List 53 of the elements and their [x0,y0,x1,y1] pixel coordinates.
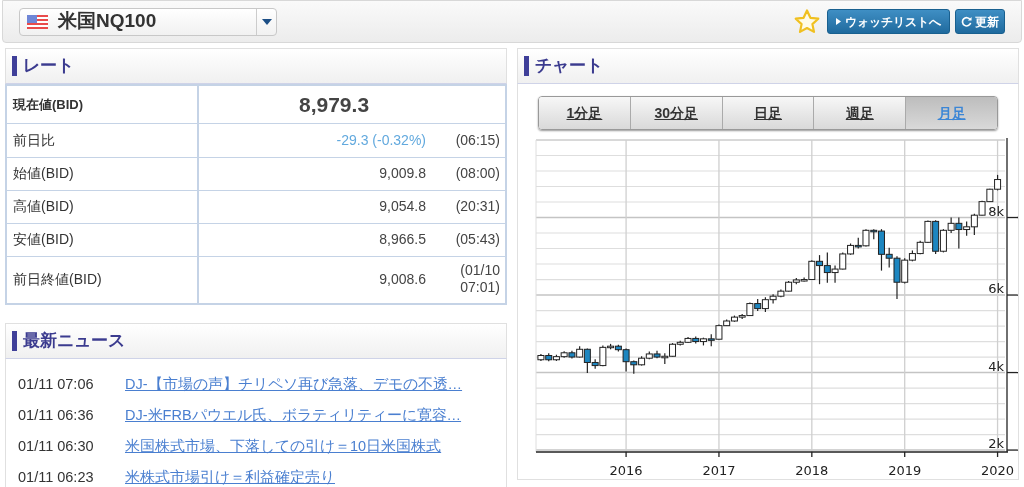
row-label: 現在値(BID) [6,85,198,123]
value-text: 9,008.6 [379,271,426,288]
axis-label: 2017 [702,463,736,478]
watchlist-button[interactable]: ウォッチリストへ [827,9,950,34]
news-time: 01/11 06:36 [18,405,95,425]
value-text: 8,966.5 [379,231,426,247]
section-title: レート [23,55,74,78]
news-time: 01/11 06:23 [18,467,95,487]
time-text: (01/10 07:01) [459,261,500,296]
news-time: 01/11 07:06 [18,374,95,394]
flag-icon [27,14,48,29]
axis-label: 2019 [888,463,922,478]
axis-label: 2018 [795,463,829,478]
timeframe-tab[interactable]: 1分足 [539,97,630,129]
row-label: 前日終値(BID) [6,256,198,304]
star-icon[interactable] [794,9,820,34]
axis-label: 2k [988,436,1004,452]
axis-label: 4k [988,358,1004,374]
row-label: 安値(BID) [6,223,198,256]
value-text: 9,054.8 [379,198,426,214]
timeframe-tab[interactable]: 月足 [905,97,997,129]
section-title: チャート [535,55,603,78]
accent-bar [12,56,17,76]
instrument-dropdown[interactable]: 米国NQ100 [19,7,277,36]
axis-label: 8k [988,203,1004,219]
caret-icon [261,18,272,25]
time-text: (08:00) [454,165,500,182]
timeframe-tab[interactable]: 週足 [813,97,906,129]
row-label: 高値(BID) [6,190,198,223]
row-label: 前日比 [6,123,198,157]
axis-label: 2020 [981,463,1015,478]
news-link[interactable]: DJ-【市場の声】チリペソ再び急落、デモの不透… [125,373,463,396]
timeframe-tab[interactable]: 30分足 [629,97,722,129]
time-text: (20:31) [454,198,500,215]
news-time: 01/11 06:30 [18,436,95,456]
news-link[interactable]: 米国株式市場、下落しての引け＝10日米国株式 [125,435,442,458]
news-link[interactable]: 米株式市場引け＝利益確定売り [125,466,335,487]
time-text: (05:43) [454,231,500,248]
current-price: 8,979.3 [299,92,370,116]
play-icon [836,18,841,25]
refresh-button[interactable]: 更新 [955,9,1005,34]
section-title: 最新ニュース [23,330,125,353]
value-text: 9,009.8 [379,165,426,181]
news-link[interactable]: DJ-米FRBパウエル氏、ボラティリティーに寛容… [125,404,462,427]
timeframe-tab[interactable]: 日足 [721,97,814,129]
row-label: 始値(BID) [6,157,198,190]
axis-label: 2016 [609,463,643,478]
accent-bar [524,56,529,76]
value-text: -29.3 (-0.32%) [336,131,426,148]
accent-bar [12,331,17,351]
refresh-icon [961,16,972,27]
time-text: (06:15) [454,131,500,149]
axis-label: 6k [988,281,1004,297]
